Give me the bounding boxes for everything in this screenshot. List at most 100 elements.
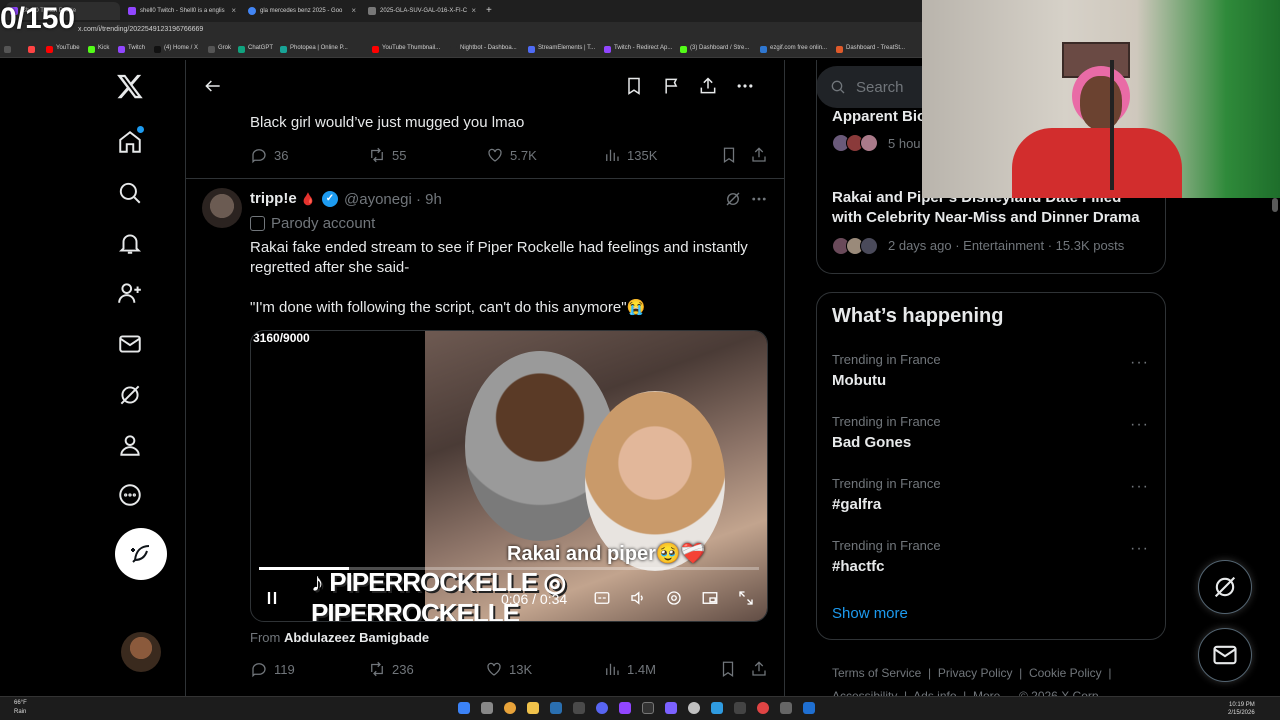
browser-tab[interactable]: shell0 Twitch - Shell0 is a englis × bbox=[124, 2, 240, 20]
bookmark-reply-button[interactable] bbox=[720, 146, 738, 164]
start-icon[interactable] bbox=[458, 702, 470, 714]
news-title[interactable]: Apparent Bio bbox=[832, 108, 926, 125]
author-avatar[interactable] bbox=[202, 188, 242, 228]
trend-name[interactable]: #galfra bbox=[832, 496, 881, 513]
bookmark-ezgif[interactable]: ezgif.com free onlin... bbox=[760, 45, 827, 53]
weather-widget[interactable]: 66°F Rain bbox=[14, 699, 27, 717]
bookmark-kick[interactable]: Kick bbox=[88, 45, 109, 53]
back-button[interactable] bbox=[203, 76, 223, 101]
grok-explain-button[interactable] bbox=[724, 190, 742, 213]
new-tab-button[interactable]: + bbox=[482, 2, 498, 20]
reply-button[interactable]: 119 bbox=[250, 660, 295, 678]
steam-icon[interactable] bbox=[550, 702, 562, 714]
x-logo[interactable] bbox=[112, 68, 148, 104]
reply-button[interactable]: 36 bbox=[250, 146, 288, 164]
bookmark-twitch[interactable]: Twitch bbox=[118, 45, 145, 53]
trend-name[interactable]: Bad Gones bbox=[832, 434, 911, 451]
close-tab-icon[interactable]: × bbox=[351, 2, 356, 20]
more-options-button[interactable] bbox=[735, 76, 755, 101]
bookmark-nightbot[interactable]: Nightbot - Dashboa... bbox=[450, 45, 517, 53]
source-author-link[interactable]: Abdulazeez Bamigbade bbox=[284, 630, 429, 645]
app-icon[interactable] bbox=[711, 702, 723, 714]
repost-button[interactable]: 236 bbox=[368, 660, 414, 678]
terms-link[interactable]: Terms of Service bbox=[832, 666, 921, 680]
views-button[interactable]: 135K bbox=[603, 146, 657, 164]
browser-tab[interactable]: gla mercedes benz 2025 - Goo × bbox=[244, 2, 360, 20]
captions-button[interactable] bbox=[593, 589, 611, 607]
trend-name[interactable]: Mobutu bbox=[832, 372, 886, 389]
search-taskbar-icon[interactable] bbox=[481, 702, 493, 714]
volume-button[interactable] bbox=[629, 589, 647, 607]
pip-button[interactable] bbox=[701, 589, 719, 607]
app-icon[interactable] bbox=[688, 702, 700, 714]
like-button[interactable]: 13K bbox=[485, 660, 532, 678]
app-icon[interactable] bbox=[573, 702, 585, 714]
bookmark-photopea[interactable]: Photopea | Online P... bbox=[280, 45, 348, 53]
app-icon[interactable] bbox=[665, 702, 677, 714]
app-icon[interactable] bbox=[757, 702, 769, 714]
privacy-link[interactable]: Privacy Policy bbox=[938, 666, 1013, 680]
scrollbar-thumb[interactable] bbox=[1272, 198, 1278, 212]
bookmark-youtube-thumbnail[interactable]: YouTube Thumbnail... bbox=[372, 45, 440, 53]
discord-icon[interactable] bbox=[596, 702, 608, 714]
account-avatar[interactable] bbox=[121, 632, 161, 672]
trend-more-button[interactable]: ··· bbox=[1130, 540, 1149, 558]
nav-home[interactable] bbox=[112, 124, 148, 160]
url-text[interactable]: x.com/i/trending/2022549123196766669 bbox=[78, 26, 203, 33]
nav-grok[interactable] bbox=[112, 377, 148, 413]
bookmark-treatstream[interactable]: Dashboard - TreatSt... bbox=[836, 45, 905, 53]
like-button[interactable]: 5.7K bbox=[486, 146, 537, 164]
chrome-icon[interactable] bbox=[504, 702, 516, 714]
video-progress-bar[interactable] bbox=[259, 567, 759, 570]
views-button[interactable]: 1.4M bbox=[603, 660, 656, 678]
bookmark-tweet-button[interactable] bbox=[719, 660, 737, 678]
twitch-taskbar-icon[interactable] bbox=[619, 702, 631, 714]
obs-icon[interactable] bbox=[642, 702, 654, 714]
bookmark-x-home[interactable]: (4) Home / X bbox=[154, 45, 198, 53]
nav-messages[interactable] bbox=[112, 326, 148, 362]
nav-explore[interactable] bbox=[112, 175, 148, 211]
app-icon[interactable] bbox=[780, 702, 792, 714]
nav-follow[interactable] bbox=[112, 275, 148, 311]
bookmark-dashboard[interactable]: (3) Dashboard / Stre... bbox=[680, 45, 749, 53]
settings-button[interactable] bbox=[665, 589, 683, 607]
trend-more-button[interactable]: ··· bbox=[1130, 478, 1149, 496]
tweet-more-button[interactable] bbox=[750, 190, 768, 213]
share-reply-button[interactable] bbox=[750, 146, 768, 164]
app-icon[interactable] bbox=[734, 702, 746, 714]
fullscreen-button[interactable] bbox=[737, 589, 755, 607]
author-name[interactable]: tripp!e 🩸 bbox=[250, 190, 316, 207]
trend-context: Trending in France bbox=[832, 476, 941, 491]
grok-fab[interactable] bbox=[1198, 560, 1252, 614]
trend-name[interactable]: #hactfc bbox=[832, 558, 885, 575]
bookmark-grok[interactable]: Grok bbox=[208, 45, 231, 53]
bookmark-button[interactable] bbox=[624, 76, 644, 101]
bookmark-streamelements[interactable]: StreamElements | T... bbox=[528, 45, 595, 53]
share-button[interactable] bbox=[698, 76, 718, 101]
pause-button[interactable] bbox=[263, 589, 281, 607]
repost-button[interactable]: 55 bbox=[368, 146, 406, 164]
divider bbox=[186, 178, 784, 179]
bookmark-chatgpt[interactable]: ChatGPT bbox=[238, 45, 273, 53]
show-more-link[interactable]: Show more bbox=[832, 605, 908, 622]
browser-tab[interactable]: 2025-GLA-SUV-GAL-016-X-FI-C × bbox=[364, 2, 480, 20]
trend-more-button[interactable]: ··· bbox=[1130, 416, 1149, 434]
close-tab-icon[interactable]: × bbox=[471, 2, 476, 20]
app-icon[interactable] bbox=[803, 702, 815, 714]
close-tab-icon[interactable]: × bbox=[231, 2, 236, 20]
bookmark-twitch-redirect[interactable]: Twitch - Redirect Ap... bbox=[604, 45, 672, 53]
folder-icon[interactable] bbox=[527, 702, 539, 714]
video-player[interactable]: 3160/9000 Rakai and piper🥹❤️‍🩹 ♪ PIPERRO… bbox=[250, 330, 768, 622]
cookie-link[interactable]: Cookie Policy bbox=[1029, 666, 1102, 680]
nav-more[interactable] bbox=[112, 477, 148, 513]
taskbar-clock[interactable]: 10:19 PM 2/15/2026 bbox=[1228, 701, 1255, 717]
trend-more-button[interactable]: ··· bbox=[1130, 354, 1149, 372]
report-button[interactable] bbox=[662, 76, 682, 101]
nav-profile[interactable] bbox=[112, 427, 148, 463]
messages-fab[interactable] bbox=[1198, 628, 1252, 682]
post-button[interactable] bbox=[115, 528, 167, 580]
author-handle[interactable]: @ayonegi · 9h bbox=[344, 191, 442, 208]
bookmark-youtube[interactable]: YouTube bbox=[46, 45, 80, 53]
nav-notifications[interactable] bbox=[112, 225, 148, 261]
share-tweet-button[interactable] bbox=[750, 660, 768, 678]
